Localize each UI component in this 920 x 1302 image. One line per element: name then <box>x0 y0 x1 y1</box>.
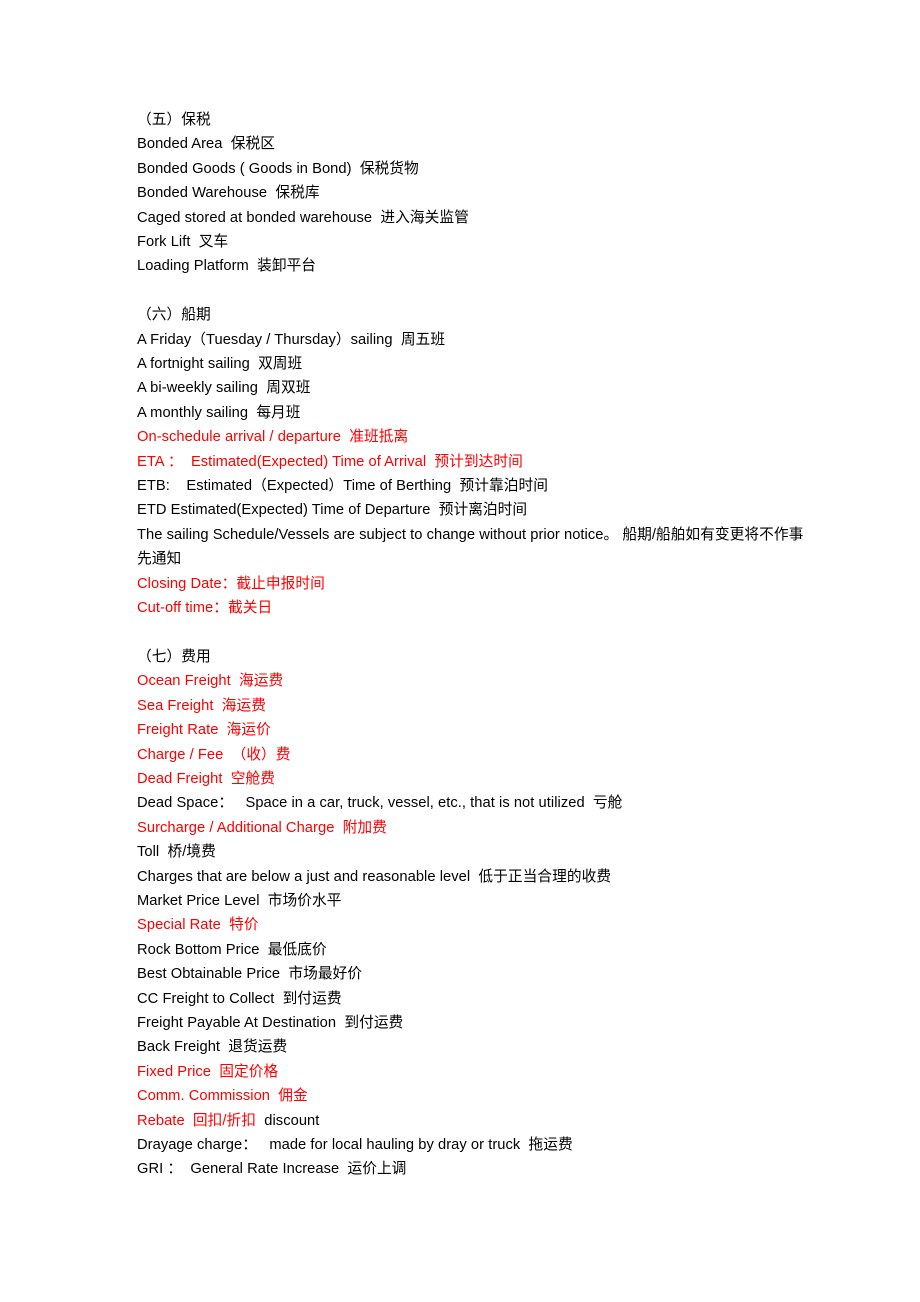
glossary-entry: Fixed Price 固定价格 <box>137 1063 279 1080</box>
glossary-entry: Surcharge / Additional Charge 附加费 <box>137 819 387 836</box>
glossary-entry: A Friday（Tuesday / Thursday）sailing 周五班 <box>137 331 446 348</box>
glossary-entry: ETD Estimated(Expected) Time of Departur… <box>137 502 528 519</box>
section-heading: （六）船期 <box>137 307 211 324</box>
document-page: （五）保税 Bonded Area 保税区 Bonded Goods ( Goods… <box>0 0 920 1302</box>
glossary-entry: Comm. Commission 佣金 <box>137 1088 308 1105</box>
glossary-entry: Best Obtainable Price 市场最好价 <box>137 966 363 983</box>
glossary-entry: Toll 桥/境费 <box>137 844 216 861</box>
glossary-entry: Rock Bottom Price 最低底价 <box>137 941 327 958</box>
glossary-entry: Drayage charge： made for local hauling b… <box>137 1137 573 1154</box>
section-heading: （七）费用 <box>137 648 211 665</box>
section-heading: （五）保税 <box>137 112 211 128</box>
glossary-entry: Fork Lift 叉车 <box>137 234 229 251</box>
glossary-entry: Special Rate 特价 <box>137 917 259 934</box>
glossary-entry: Charge / Fee （收）费 <box>137 746 291 763</box>
document-body: （五）保税 Bonded Area 保税区 Bonded Goods ( Goods… <box>137 108 810 1182</box>
glossary-entry: Charges that are below a just and reason… <box>137 868 612 885</box>
glossary-entry: A bi-weekly sailing 周双班 <box>137 380 311 397</box>
glossary-entry: Bonded Goods ( Goods in Bond) 保税货物 <box>137 160 419 177</box>
glossary-entry: Cut-off time：截关日 <box>137 600 273 617</box>
glossary-entry: On-schedule arrival / departure 准班抵离 <box>137 429 409 446</box>
glossary-entry: Market Price Level 市场价水平 <box>137 892 342 909</box>
glossary-entry: A monthly sailing 每月班 <box>137 404 301 421</box>
glossary-entry: Sea Freight 海运费 <box>137 697 266 714</box>
glossary-entry: The sailing Schedule/Vessels are subject… <box>137 526 804 568</box>
glossary-entry: Dead Space： Space in a car, truck, vesse… <box>137 795 623 812</box>
glossary-note: discount <box>256 1112 320 1129</box>
glossary-entry: Loading Platform 装卸平台 <box>137 258 317 275</box>
glossary-entry: Closing Date：截止申报时间 <box>137 575 325 592</box>
glossary-entry: Caged stored at bonded warehouse 进入海关监管 <box>137 209 469 226</box>
glossary-entry: Dead Freight 空舱费 <box>137 770 275 787</box>
glossary-entry: Freight Rate 海运价 <box>137 722 271 739</box>
glossary-entry: Ocean Freight 海运费 <box>137 673 284 690</box>
glossary-entry: Rebate 回扣/折扣 discount <box>137 1109 810 1133</box>
glossary-entry: CC Freight to Collect 到付运费 <box>137 990 342 1007</box>
glossary-entry: ETB: Estimated（Expected）Time of Berthing… <box>137 478 548 495</box>
glossary-entry: Bonded Warehouse 保税库 <box>137 185 320 202</box>
glossary-entry: Back Freight 退货运费 <box>137 1039 288 1056</box>
glossary-entry: GRI ： General Rate Increase 运价上调 <box>137 1161 407 1178</box>
glossary-entry: ETA ： Estimated(Expected) Time of Arriva… <box>137 453 523 470</box>
glossary-entry: A fortnight sailing 双周班 <box>137 356 303 373</box>
glossary-entry: Bonded Area 保税区 <box>137 136 275 153</box>
glossary-term: Rebate 回扣/折扣 <box>137 1112 257 1129</box>
glossary-entry: Freight Payable At Destination 到付运费 <box>137 1015 404 1031</box>
